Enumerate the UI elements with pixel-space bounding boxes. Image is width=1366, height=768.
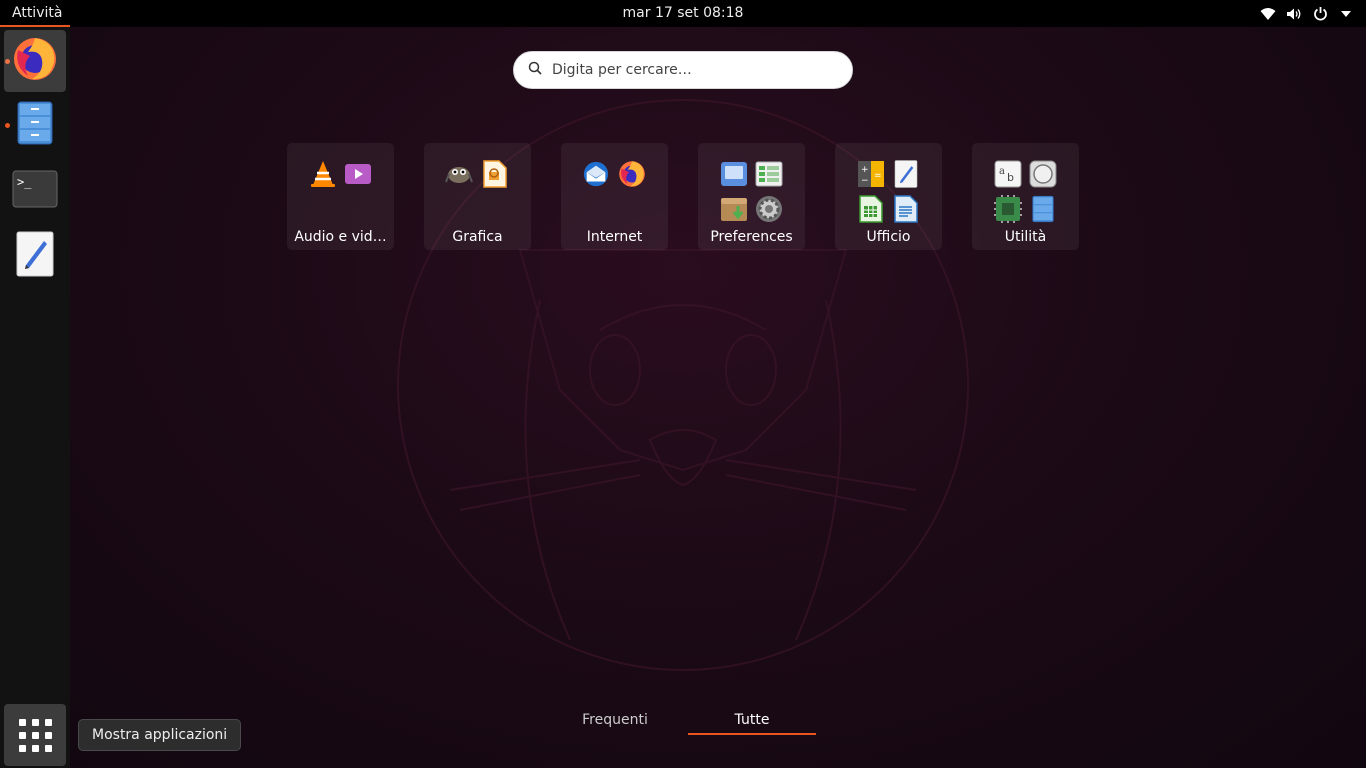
svg-text:−: − (861, 176, 869, 186)
show-applications-button[interactable] (4, 704, 66, 766)
calc-spreadsheet-icon (857, 195, 885, 223)
folder-internet[interactable]: Internet (561, 143, 668, 250)
dock-firefox[interactable] (4, 30, 66, 92)
tab-all[interactable]: Tutte (688, 705, 816, 735)
gimp-icon (445, 159, 473, 187)
search-box[interactable] (513, 51, 853, 89)
system-monitor-icon (994, 195, 1022, 223)
files-icon (1029, 195, 1057, 223)
folder-office[interactable]: + − = Ufficio (835, 143, 942, 250)
folder-label: Grafica (452, 229, 503, 245)
disk-usage-icon (1029, 160, 1057, 188)
system-menu[interactable] (1260, 0, 1354, 27)
folder-label: Preferences (710, 229, 793, 245)
svg-text:=: = (874, 171, 882, 181)
text-editor-icon (16, 231, 54, 282)
grid-dot (18, 731, 26, 739)
grid-dot (31, 731, 39, 739)
folder-preferences[interactable]: Preferences (698, 143, 805, 250)
font-viewer-icon: ab (994, 160, 1022, 188)
calculator-icon: + − = (857, 160, 885, 188)
folder-icons (287, 157, 394, 229)
grid-dot (18, 718, 26, 726)
display-settings-icon (720, 160, 748, 188)
svg-text:>_: >_ (17, 175, 32, 189)
folder-icons: + − = (835, 157, 942, 229)
folder-icons (698, 157, 805, 229)
folder-label: Ufficio (866, 229, 911, 245)
search-input[interactable] (552, 62, 822, 78)
folder-label: Audio e vid… (294, 229, 387, 245)
folder-utilities[interactable]: ab Utilità (972, 143, 1079, 250)
grid-dot (31, 744, 39, 752)
grid-dot (31, 718, 39, 726)
settings-gear-icon (755, 195, 783, 223)
folder-label: Utilità (1004, 229, 1047, 245)
show-applications-tooltip: Mostra applicazioni (78, 719, 242, 751)
wifi-icon (1260, 6, 1276, 22)
folder-label: Internet (586, 229, 643, 245)
clock-button[interactable]: mar 17 set 08:18 (623, 5, 744, 21)
grid-dot (44, 718, 52, 726)
dock-terminal[interactable]: >_ (4, 160, 66, 222)
firefox-icon (618, 160, 646, 188)
dock-files[interactable] (4, 94, 66, 156)
libreoffice-draw-icon (481, 160, 509, 188)
vlc-icon (309, 160, 337, 188)
svg-text:a: a (999, 166, 1005, 177)
text-editor-icon (892, 160, 920, 188)
grid-dot (44, 744, 52, 752)
software-install-icon (720, 195, 748, 223)
chevron-down-icon (1338, 6, 1354, 22)
top-bar: Attività mar 17 set 08:18 (0, 0, 1366, 27)
tooltip-text: Mostra applicazioni (92, 727, 228, 743)
tab-frequent[interactable]: Frequenti (551, 705, 679, 735)
dock: >_ (0, 27, 70, 768)
video-player-icon (344, 160, 372, 188)
grid-dot (18, 744, 26, 752)
folder-graphics[interactable]: Grafica (424, 143, 531, 250)
power-icon (1312, 6, 1328, 22)
thunderbird-icon (582, 160, 610, 188)
clock: mar 17 set 08:18 (0, 5, 1366, 21)
folder-icons (561, 157, 668, 229)
terminal-icon: >_ (12, 170, 58, 213)
folder-icons (424, 157, 531, 229)
tweaks-icon (755, 160, 783, 188)
tab-frequent-label: Frequenti (582, 712, 648, 728)
writer-document-icon (892, 195, 920, 223)
dock-text-editor[interactable] (4, 225, 66, 287)
activities-label: Attività (12, 4, 63, 21)
folder-audio-video[interactable]: Audio e vid… (287, 143, 394, 250)
activities-button[interactable]: Attività (0, 0, 71, 27)
volume-icon (1286, 6, 1302, 22)
files-icon (17, 101, 53, 150)
wallpaper-art (397, 99, 969, 671)
grid-dot (44, 731, 52, 739)
firefox-icon (12, 36, 58, 87)
tab-all-label: Tutte (734, 712, 770, 728)
folder-icons: ab (972, 157, 1079, 229)
svg-text:b: b (1007, 171, 1014, 184)
svg-text:+: + (861, 165, 869, 175)
search-icon (528, 61, 542, 80)
